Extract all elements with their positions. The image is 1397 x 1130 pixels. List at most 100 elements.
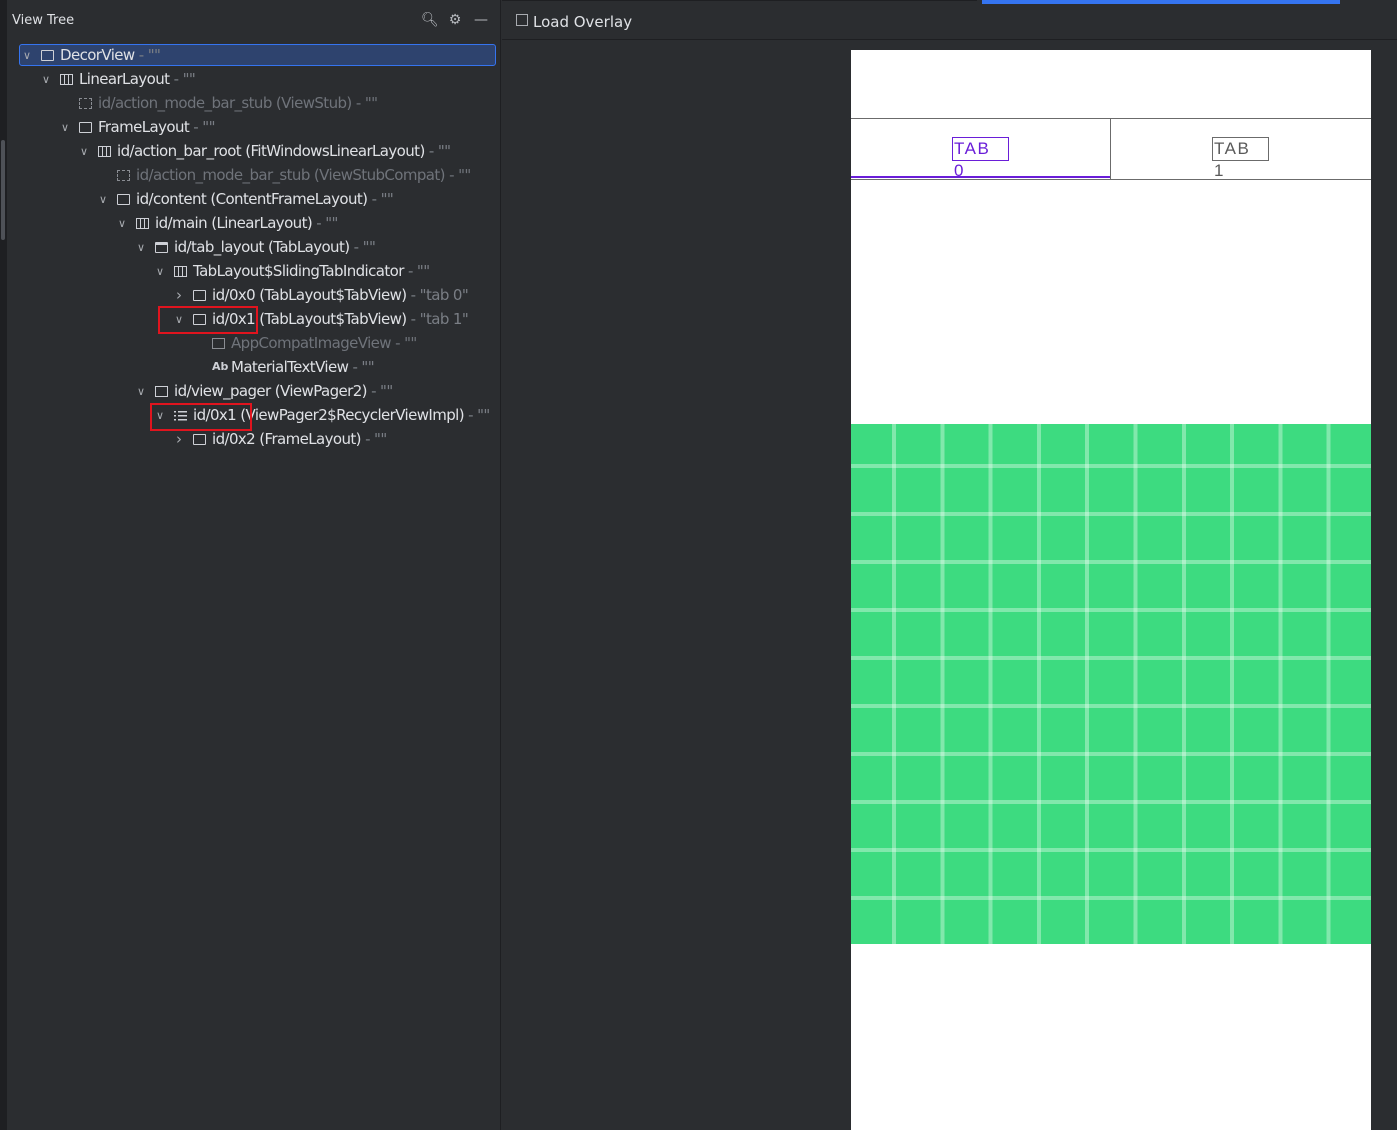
tree-node-text-value: - "" [366, 382, 393, 400]
tree-node-label: id/view_pager (ViewPager2) - "" [174, 380, 393, 403]
device-preview: TAB 0 TAB 1 [851, 50, 1371, 1130]
tree-node[interactable]: ∨ DecorView - "" [7, 44, 501, 67]
linear-view-icon [174, 266, 187, 277]
chevron-down-icon[interactable]: ∨ [116, 212, 128, 235]
tree-node-text-value: - "" [444, 166, 471, 184]
tree-node-text-value: - "" [351, 94, 378, 112]
tab-0[interactable]: TAB 0 [851, 119, 1111, 180]
linear-view-icon [60, 74, 73, 85]
chevron-down-icon[interactable]: ∨ [97, 188, 109, 211]
load-overlay-label: Load Overlay [533, 13, 633, 31]
tree-node[interactable]: ∨ id/tab_layout (TabLayout) - "" [7, 236, 501, 259]
chevron-down-icon[interactable]: ∨ [40, 68, 52, 91]
tree-node-text-value: - "" [348, 358, 375, 376]
active-tab-accent [982, 0, 1340, 4]
tree-node[interactable]: ∨ TabLayout$SlidingTabIndicator - "" [7, 260, 501, 283]
chevron-down-icon[interactable]: ∨ [78, 140, 90, 163]
rect-view-icon [117, 194, 130, 205]
tree-node[interactable]: ∨ id/0x1 (ViewPager2$RecyclerViewImpl) - … [7, 404, 501, 427]
rect-view-icon [41, 50, 54, 61]
tree-node-name: id/content (ContentFrameLayout) [136, 190, 368, 208]
tree-node-label: id/action_mode_bar_stub (ViewStubCompat)… [136, 164, 471, 187]
tree-node-text-value: - "" [390, 334, 417, 352]
tree-node-label: MaterialTextView - "" [231, 356, 375, 379]
tree-node[interactable]: id/action_mode_bar_stub (ViewStubCompat)… [7, 164, 501, 187]
tree-node-label: id/content (ContentFrameLayout) - "" [136, 188, 394, 211]
tree-node[interactable]: AppCompatImageView - "" [7, 332, 501, 355]
tree-node[interactable]: ∨ LinearLayout - "" [7, 68, 501, 91]
tree-node-text-value: - "" [134, 46, 161, 64]
tree-node-label: DecorView - "" [60, 44, 161, 67]
ab-view-icon: Ab [212, 360, 229, 373]
annotation-highlight-box [150, 403, 252, 431]
tree-node-label: TabLayout$SlidingTabIndicator - "" [193, 260, 430, 283]
layout-preview-panel: Load Overlay TAB 0 TAB 1 [502, 0, 1397, 1130]
tree-node-label: id/tab_layout (TabLayout) - "" [174, 236, 376, 259]
view-tree-title: View Tree [12, 13, 75, 28]
tree-node-name: FrameLayout [98, 118, 190, 136]
annotation-highlight-box [158, 306, 258, 334]
overlay-icon [516, 14, 528, 26]
view-pager-content-image [851, 424, 1371, 944]
tab-1-label: TAB 1 [1212, 137, 1269, 180]
tree-node-text-value: - "" [360, 430, 387, 448]
tree-node[interactable]: ∨ id/main (LinearLayout) - "" [7, 212, 501, 235]
load-overlay-button[interactable]: Load Overlay [516, 12, 632, 32]
tree-node-label: id/action_bar_root (FitWindowsLinearLayo… [117, 140, 451, 163]
tree-node[interactable]: › id/0x2 (FrameLayout) - "" [7, 428, 501, 451]
tree-node[interactable]: ∨ id/action_bar_root (FitWindowsLinearLay… [7, 140, 501, 163]
tree-node[interactable]: ∨ id/content (ContentFrameLayout) - "" [7, 188, 501, 211]
chevron-down-icon[interactable]: ∨ [135, 380, 147, 403]
search-icon[interactable]: 🔍︎ [421, 12, 439, 28]
tab-0-label: TAB 0 [952, 137, 1009, 180]
tree-node-name: id/tab_layout (TabLayout) [174, 238, 350, 256]
tree-node-name: id/0x2 (FrameLayout) [212, 430, 362, 448]
view-tree-panel: View Tree 🔍︎ ⚙ — ∨ DecorView - "" ∨ LinearL… [7, 0, 501, 1130]
tree-node-text-value: - "" [424, 142, 451, 160]
tree-node-name: AppCompatImageView [231, 334, 392, 352]
tree-node-name: id/action_mode_bar_stub (ViewStubCompat) [136, 166, 446, 184]
minimize-icon[interactable]: — [473, 12, 489, 28]
tree-node-text-value: - "" [312, 214, 338, 232]
tab-layout: TAB 0 TAB 1 [851, 118, 1371, 180]
tree-node-label: FrameLayout - "" [98, 116, 215, 139]
chevron-down-icon[interactable]: ∨ [59, 116, 71, 139]
chevron-right-icon[interactable]: › [173, 284, 185, 307]
tree-node-text-value: - "" [169, 70, 196, 88]
chevron-down-icon[interactable]: ∨ [154, 260, 166, 283]
tree-node-name: TabLayout$SlidingTabIndicator [193, 262, 404, 280]
linear-view-icon [136, 218, 149, 229]
pager-view-icon [155, 386, 168, 397]
chevron-right-icon[interactable]: › [173, 428, 185, 451]
tree-node-label: id/main (LinearLayout) - "" [155, 212, 338, 235]
tree-node-name: id/action_mode_bar_stub (ViewStub) [98, 94, 352, 112]
tab-1[interactable]: TAB 1 [1111, 119, 1370, 180]
chevron-down-icon[interactable]: ∨ [135, 236, 147, 259]
tree-node[interactable]: › id/0x0 (TabLayout$TabView) - "tab 0" [7, 284, 501, 307]
left-gutter [0, 0, 7, 1130]
tree-node-label: AppCompatImageView - "" [231, 332, 417, 355]
tree-node-name: id/0x0 (TabLayout$TabView) [212, 286, 407, 304]
tab-indicator [851, 176, 1110, 178]
linear-view-icon [98, 146, 111, 157]
tree-node[interactable]: ∨ id/view_pager (ViewPager2) - "" [7, 380, 501, 403]
preview-toolbar: Load Overlay [502, 0, 1397, 40]
rect-view-icon [79, 122, 92, 133]
tree-node-name: MaterialTextView [231, 358, 349, 376]
tree-node-text-value: - "" [189, 118, 215, 136]
tree-node[interactable]: Ab MaterialTextView - "" [7, 356, 501, 379]
chevron-down-icon[interactable]: ∨ [21, 44, 33, 67]
rect-view-icon [193, 434, 206, 445]
tree-node-name: DecorView [60, 46, 135, 64]
gear-icon[interactable]: ⚙ [447, 12, 463, 28]
tree-node-text-value: - "tab 1" [406, 310, 469, 328]
tree-node[interactable]: id/action_mode_bar_stub (ViewStub) - "" [7, 92, 501, 115]
tree-node-text-value: - "tab 0" [406, 286, 469, 304]
tree-node[interactable]: ∨ FrameLayout - "" [7, 116, 501, 139]
tree-node-text-value: - "" [463, 406, 490, 424]
dash-view-icon [79, 98, 92, 109]
view-tree-header: View Tree 🔍︎ ⚙ — [7, 0, 501, 40]
folder-view-icon [155, 242, 168, 253]
scrollbar-thumb[interactable] [1, 140, 5, 240]
tab-strip-edge [502, 0, 977, 4]
